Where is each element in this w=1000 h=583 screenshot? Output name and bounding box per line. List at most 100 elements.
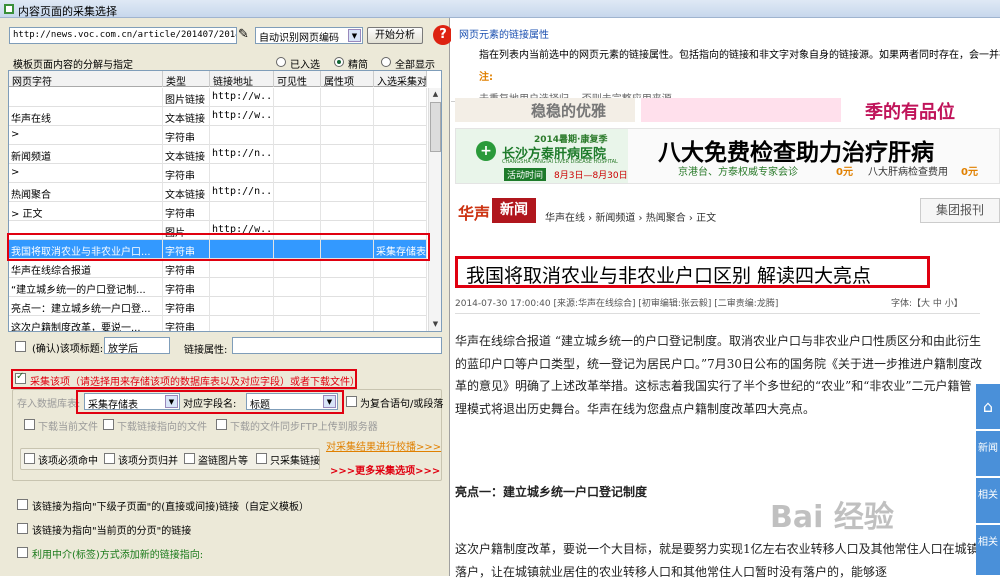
- column-header[interactable]: 入选采集对: [374, 71, 427, 87]
- table-row[interactable]: “建立城乡统一的户口登记制... 字符串: [9, 278, 427, 297]
- table-section-title: 模板页面内容的分解与指定: [13, 60, 133, 71]
- scroll-thumb[interactable]: [430, 102, 441, 152]
- table-cell: [321, 259, 374, 278]
- article-paragraph-2: 这次户籍制度改革，要说一个大目标，就是要努力实现1亿左右农业转移人口及其他常住人…: [455, 542, 979, 579]
- steal-img-checkbox[interactable]: [184, 453, 195, 464]
- must-collect-checkbox[interactable]: [24, 453, 35, 464]
- hospital-ad[interactable]: + 2014暑期·康复季 长沙方泰肝病医院 CHANGSHA FANGTAI L…: [455, 128, 1000, 184]
- ad-sub-right: 八大肝病检查费用: [868, 167, 948, 178]
- breadcrumb-item[interactable]: 热闻聚合: [646, 213, 686, 224]
- table-row[interactable]: 图片链接 http://w...: [9, 88, 427, 107]
- confirm-title-checkbox[interactable]: [15, 341, 26, 352]
- split-merge-checkbox[interactable]: [104, 453, 115, 464]
- table-cell: http://n...: [210, 145, 274, 164]
- hospital-en: CHANGSHA FANGTAI LIVER DISEASE HOSPITAL: [502, 159, 618, 165]
- font-size-switch[interactable]: 字体:【大 中 小】: [891, 296, 963, 309]
- table-row[interactable]: 华声在线 文本链接 http://w...: [9, 107, 427, 126]
- info-note: 注:: [479, 72, 493, 83]
- ftp-upload-label: 下载的文件同步FTP上传到服务器: [230, 422, 378, 433]
- table-cell: 字符串: [163, 316, 210, 331]
- table-cell: [374, 164, 427, 183]
- breadcrumb-item[interactable]: 华声在线: [545, 213, 585, 224]
- table-cell: [321, 316, 374, 331]
- home-icon[interactable]: ⌂: [976, 384, 1000, 430]
- side-tool-2[interactable]: 相关: [976, 478, 1000, 524]
- table-cell: [374, 202, 427, 221]
- table-cell: [321, 278, 374, 297]
- child-link-checkbox[interactable]: [17, 499, 28, 510]
- field-select[interactable]: 标题 ▼: [246, 393, 338, 411]
- table-cell: [321, 107, 374, 126]
- group-papers-button[interactable]: 集团报刊: [920, 198, 1000, 223]
- ftp-upload-checkbox[interactable]: [216, 419, 227, 430]
- table-cell: 新闻频道: [9, 145, 163, 164]
- table-cell: [321, 164, 374, 183]
- table-cell: [321, 297, 374, 316]
- table-row[interactable]: 热闻聚合 文本链接 http://n...: [9, 183, 427, 202]
- site-logo[interactable]: 华声: [458, 200, 490, 224]
- table-cell: 字符串: [163, 202, 210, 221]
- radio-simple[interactable]: [334, 57, 344, 67]
- table-cell: [274, 278, 321, 297]
- column-header[interactable]: 属性项: [321, 71, 374, 87]
- column-header[interactable]: 类型: [163, 71, 210, 87]
- radio-all[interactable]: [381, 57, 391, 67]
- url-input[interactable]: http://news.voc.com.cn/article/201407/20…: [9, 27, 237, 44]
- table-row[interactable]: 华声在线综合报道 字符串: [9, 259, 427, 278]
- table-row[interactable]: > 字符串: [9, 126, 427, 145]
- radio-simple-label: 精简: [348, 60, 368, 71]
- collect-checkbox[interactable]: [15, 371, 26, 384]
- encoding-select[interactable]: 自动识别网页编码 ▼: [255, 27, 363, 44]
- article-paragraph-1: 华声在线综合报道 “建立城乡统一的户口登记制度。取消农业户口与非农业户口性质区分…: [455, 334, 983, 416]
- column-header[interactable]: 链接地址: [210, 71, 274, 87]
- mediate-link-checkbox[interactable]: [17, 547, 28, 558]
- table-cell: [274, 88, 321, 107]
- chevron-down-icon: ▼: [348, 29, 361, 42]
- table-cell: 字符串: [163, 259, 210, 278]
- collect-link-only-checkbox[interactable]: [256, 453, 267, 464]
- download-linked-checkbox[interactable]: [103, 419, 114, 430]
- pin-icon[interactable]: ✎: [238, 27, 249, 42]
- news-logo[interactable]: 新闻: [492, 198, 536, 223]
- table-cell: [321, 183, 374, 202]
- encoding-value: 自动识别网页编码: [259, 33, 339, 44]
- download-current-checkbox[interactable]: [24, 419, 35, 430]
- store-table-select[interactable]: 采集存储表 ▼: [84, 393, 180, 411]
- side-tool-1[interactable]: 新闻: [976, 431, 1000, 477]
- help-icon[interactable]: ?: [433, 25, 453, 45]
- compound-checkbox[interactable]: [346, 396, 357, 407]
- table-cell: [210, 126, 274, 145]
- more-options-link[interactable]: >>>更多采集选项>>>: [330, 462, 440, 477]
- scroll-up-icon[interactable]: ▲: [430, 89, 441, 100]
- table-row[interactable]: > 字符串: [9, 164, 427, 183]
- table-cell: 华声在线: [9, 107, 163, 126]
- chevron-down-icon: ▼: [323, 395, 336, 408]
- table-row[interactable]: 新闻频道 文本链接 http://n...: [9, 145, 427, 164]
- page-link-checkbox[interactable]: [17, 523, 28, 534]
- table-cell: 这次户籍制度改革，要说一...: [9, 316, 163, 331]
- post-process-link[interactable]: 对采集结果进行校播>>>: [326, 438, 441, 453]
- table-cell: [374, 316, 427, 331]
- link-attr-input[interactable]: [232, 337, 442, 354]
- table-row[interactable]: > 正文 字符串: [9, 202, 427, 221]
- table-cell: [274, 183, 321, 202]
- store-table-value: 采集存储表: [88, 400, 138, 411]
- vertical-scrollbar[interactable]: ▲ ▼: [428, 88, 441, 331]
- scroll-down-icon[interactable]: ▼: [430, 319, 441, 330]
- column-header[interactable]: 可见性: [274, 71, 321, 87]
- table-row[interactable]: 这次户籍制度改革，要说一... 字符串: [9, 316, 427, 331]
- title-input[interactable]: 放学后: [104, 337, 170, 355]
- breadcrumb: 华声在线 › 新闻频道 › 热闻聚合 › 正文: [545, 213, 717, 224]
- table-cell: [210, 202, 274, 221]
- store-table-label: 存入数据库表:: [17, 399, 81, 410]
- ad-banner-top[interactable]: 稳稳的优雅 季的有品位: [455, 98, 1000, 124]
- column-header[interactable]: 网页字符: [9, 71, 163, 87]
- ad-sub-left: 京港台、方泰权威专家会诊: [678, 167, 798, 178]
- side-tool-3[interactable]: 相关: [976, 525, 1000, 576]
- compound-label: 为复合语句/或段落: [360, 399, 444, 410]
- analyze-button[interactable]: 开始分析: [367, 27, 423, 44]
- download-current-label: 下载当前文件: [38, 422, 98, 433]
- breadcrumb-item[interactable]: 新闻频道: [595, 213, 635, 224]
- table-row[interactable]: 亮点一：建立城乡统一户口登... 字符串: [9, 297, 427, 316]
- radio-selected[interactable]: [276, 57, 286, 67]
